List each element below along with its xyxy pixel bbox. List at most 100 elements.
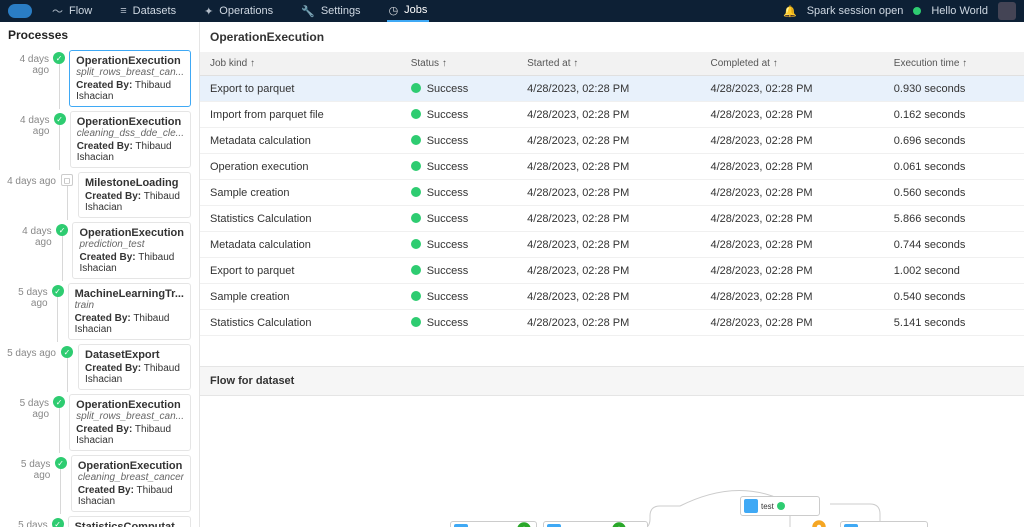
process-time: 4 days ago [4,222,52,279]
job-start: 4/28/2023, 02:28 PM [517,258,700,284]
nav-icon: ✦ [204,5,213,18]
job-kind: Export to parquet [200,76,401,102]
nav-icon: 〜 [52,3,63,19]
success-icon [411,265,421,275]
process-item[interactable]: 5 days ago✓StatisticsComputat...trainCre… [0,514,199,527]
main-nav: 〜Flow ≡Datasets ✦Operations 🔧Settings ◷Jobs [50,0,783,22]
success-icon [411,135,421,145]
success-icon [411,317,421,327]
flow-node[interactable]: prediction_test [840,521,928,527]
job-status: Success [401,258,517,284]
process-subtitle: cleaning_dss_dde_cle... [77,128,184,139]
job-start: 4/28/2023, 02:28 PM [517,180,700,206]
job-status: Success [401,180,517,206]
nav-flow[interactable]: 〜Flow [50,0,94,22]
column-header[interactable]: Status ↑ [401,52,517,76]
job-status: Success [401,102,517,128]
gear-icon[interactable] [610,520,628,527]
job-end: 4/28/2023, 02:28 PM [700,206,883,232]
table-row[interactable]: Export to parquetSuccess4/28/2023, 02:28… [200,258,1024,284]
job-start: 4/28/2023, 02:28 PM [517,128,700,154]
job-duration: 0.061 seconds [884,154,1024,180]
job-kind: Import from parquet file [200,102,401,128]
job-kind: Sample creation [200,284,401,310]
process-subtitle: cleaning_breast_cancer [78,472,184,483]
bell-icon[interactable]: 🔔 [783,5,797,18]
nav-settings[interactable]: 🔧Settings [299,0,362,22]
process-item[interactable]: 5 days ago✓OperationExecutioncleaning_br… [0,453,199,514]
process-item[interactable]: 5 days ago✓MachineLearningTr...trainCrea… [0,281,199,342]
job-end: 4/28/2023, 02:28 PM [700,76,883,102]
job-end: 4/28/2023, 02:28 PM [700,258,883,284]
job-end: 4/28/2023, 02:28 PM [700,284,883,310]
table-row[interactable]: Metadata calculationSuccess4/28/2023, 02… [200,232,1024,258]
milestone-icon: ◻ [61,174,73,186]
gear-icon[interactable] [810,518,828,527]
job-end: 4/28/2023, 02:28 PM [700,128,883,154]
success-icon: ✓ [55,457,67,469]
process-item[interactable]: 4 days ago◻MilestoneLoadingCreated By: T… [0,170,199,220]
process-time: 5 days ago [4,455,50,512]
process-author: Created By: Thibaud Ishacian [76,424,184,446]
process-title: OperationExecution [76,55,184,67]
user-name[interactable]: Hello World [931,5,988,17]
flow-section-title: Flow for dataset [200,366,1024,396]
success-icon: ✓ [61,346,73,358]
job-duration: 1.002 second [884,258,1024,284]
column-header[interactable]: Job kind ↑ [200,52,401,76]
job-duration: 0.930 seconds [884,76,1024,102]
process-subtitle: split_rows_breast_can... [76,411,184,422]
job-duration: 0.560 seconds [884,180,1024,206]
process-author: Created By: Thibaud Ishacian [85,191,184,213]
table-row[interactable]: Metadata calculationSuccess4/28/2023, 02… [200,128,1024,154]
table-row[interactable]: Import from parquet fileSuccess4/28/2023… [200,102,1024,128]
nav-icon: ◷ [389,4,399,17]
job-duration: 5.866 seconds [884,206,1024,232]
flow-canvas[interactable]: breast_cancer cleaning_breast_ca train t… [200,396,1024,527]
nav-operations[interactable]: ✦Operations [202,0,275,22]
table-row[interactable]: Statistics CalculationSuccess4/28/2023, … [200,206,1024,232]
job-start: 4/28/2023, 02:28 PM [517,232,700,258]
job-duration: 0.696 seconds [884,128,1024,154]
process-title: OperationExecution [76,399,184,411]
table-row[interactable]: Export to parquetSuccess4/28/2023, 02:28… [200,76,1024,102]
topbar: 〜Flow≡Datasets✦Operations🔧Settings◷Jobs … [0,0,1024,22]
flow-node[interactable]: cleaning_breast_ca [543,521,648,527]
job-kind: Operation execution [200,154,401,180]
job-duration: 0.162 seconds [884,102,1024,128]
process-time: 5 days ago [4,344,56,390]
process-author: Created By: Thibaud Ishacian [79,252,184,274]
status-ok-icon [913,7,921,15]
avatar[interactable] [998,2,1016,20]
job-end: 4/28/2023, 02:28 PM [700,154,883,180]
success-icon: ✓ [54,113,66,125]
nav-datasets[interactable]: ≡Datasets [118,0,178,22]
process-title: MilestoneLoading [85,177,184,189]
job-kind: Sample creation [200,180,401,206]
job-start: 4/28/2023, 02:28 PM [517,76,700,102]
table-row[interactable]: Sample creationSuccess4/28/2023, 02:28 P… [200,180,1024,206]
job-start: 4/28/2023, 02:28 PM [517,310,700,336]
table-row[interactable]: Operation executionSuccess4/28/2023, 02:… [200,154,1024,180]
process-time: 5 days ago [4,283,48,340]
table-row[interactable]: Statistics CalculationSuccess4/28/2023, … [200,310,1024,336]
success-icon [411,213,421,223]
flow-node[interactable]: test [740,496,820,516]
success-icon [411,161,421,171]
table-row[interactable]: Sample creationSuccess4/28/2023, 02:28 P… [200,284,1024,310]
nav-jobs[interactable]: ◷Jobs [387,0,430,22]
success-icon: ✓ [52,518,64,527]
column-header[interactable]: Execution time ↑ [884,52,1024,76]
process-title: OperationExecution [77,116,184,128]
process-item[interactable]: 5 days ago✓OperationExecutionsplit_rows_… [0,392,199,453]
success-icon: ✓ [53,396,65,408]
process-item[interactable]: 5 days ago✓DatasetExportCreated By: Thib… [0,342,199,392]
column-header[interactable]: Started at ↑ [517,52,700,76]
job-duration: 5.141 seconds [884,310,1024,336]
column-header[interactable]: Completed at ↑ [700,52,883,76]
gear-icon[interactable] [515,520,533,527]
process-item[interactable]: 4 days ago✓OperationExecutioncleaning_ds… [0,109,199,170]
process-item[interactable]: 4 days ago✓OperationExecutionprediction_… [0,220,199,281]
process-item[interactable]: 4 days ago✓OperationExecutionsplit_rows_… [0,48,199,109]
nav-icon: ≡ [120,5,126,17]
